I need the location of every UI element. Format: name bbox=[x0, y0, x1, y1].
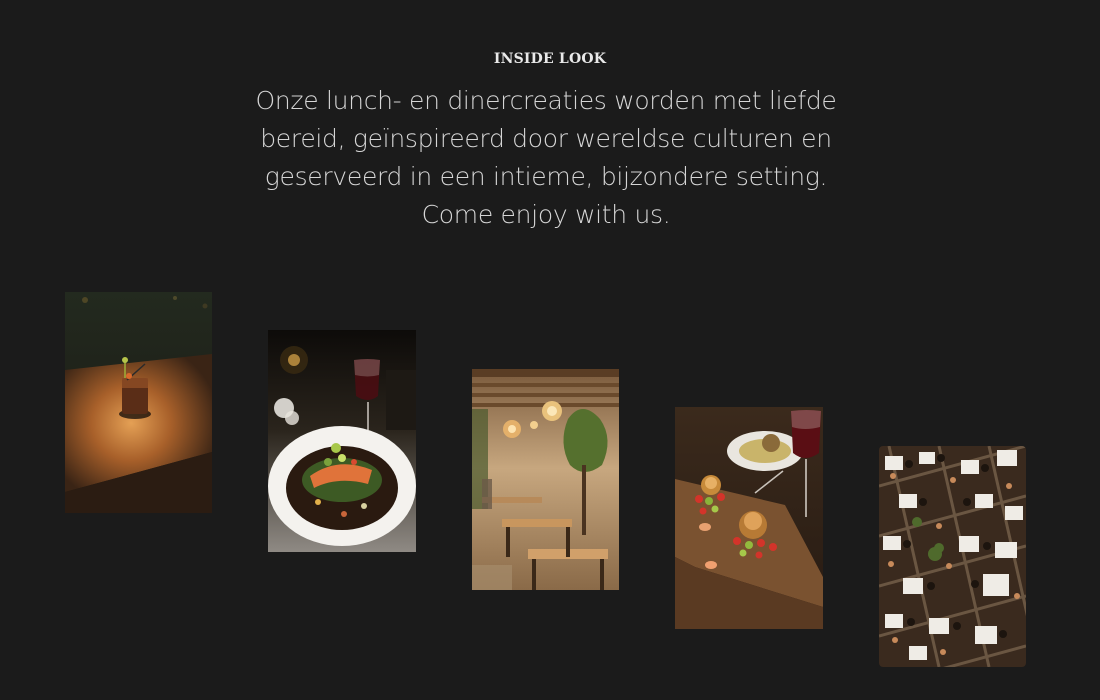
gallery-photo-dining-room[interactable] bbox=[879, 446, 1026, 667]
cocktail-image bbox=[65, 292, 212, 513]
section-eyebrow: INSIDE LOOK bbox=[493, 51, 607, 67]
gallery-photo-cocktail[interactable] bbox=[65, 292, 212, 513]
gallery-photo-food-boards[interactable] bbox=[675, 407, 823, 629]
dining-room-image bbox=[879, 446, 1026, 667]
intro-line: geserveerd in een intieme, bijzondere se… bbox=[264, 162, 828, 191]
restaurant-interior-image bbox=[472, 369, 619, 590]
gallery-photo-salmon-dish[interactable] bbox=[268, 330, 416, 552]
salmon-dish-image bbox=[268, 330, 416, 552]
inside-look-section: INSIDE LOOK Onze lunch- en dinercreaties… bbox=[0, 0, 1100, 700]
intro-line: bereid, geïnspireerd door wereldse cultu… bbox=[260, 124, 832, 153]
section-intro: Onze lunch- en dinercreaties worden met … bbox=[200, 82, 892, 234]
gallery-photo-interior[interactable] bbox=[472, 369, 619, 590]
intro-line: Onze lunch- en dinercreaties worden met … bbox=[255, 86, 837, 115]
food-boards-image bbox=[675, 407, 823, 629]
intro-line: Come enjoy with us. bbox=[421, 200, 671, 229]
